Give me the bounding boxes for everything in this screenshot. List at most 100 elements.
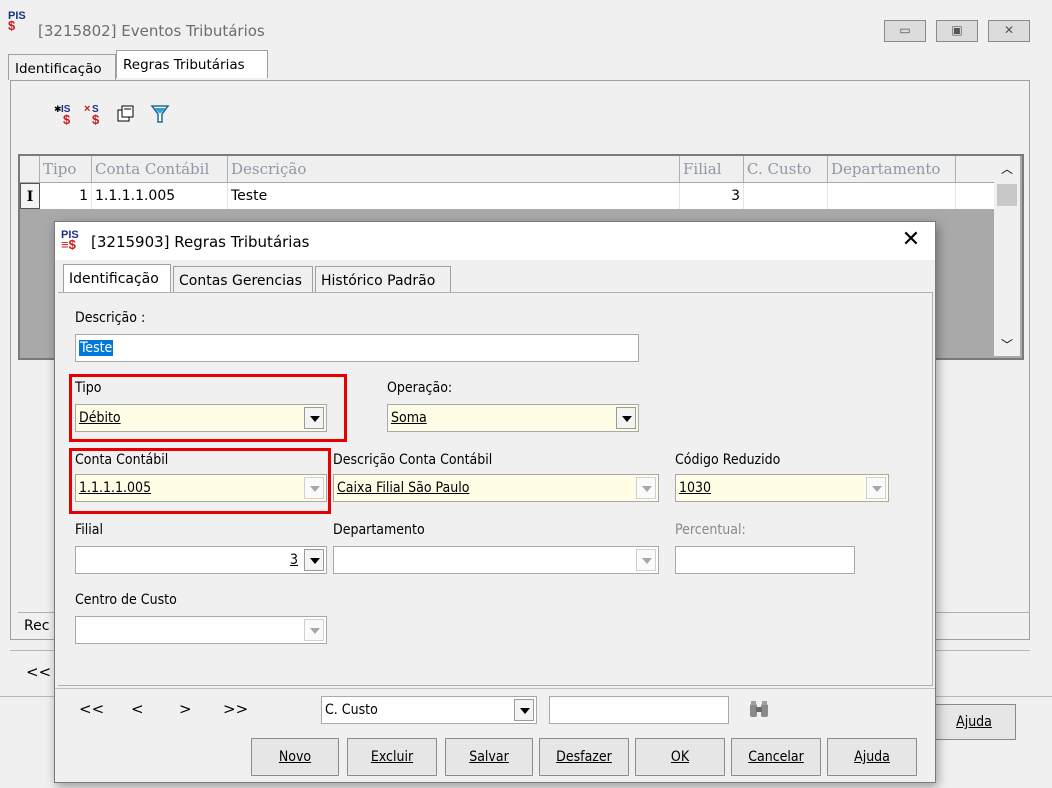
cell-conta: 1.1.1.1.005 — [92, 183, 228, 209]
col-tipo[interactable]: Tipo — [40, 156, 92, 182]
filial-select[interactable]: 3 — [75, 546, 327, 574]
dialog-tab-identificacao[interactable]: Identificação — [63, 264, 171, 294]
desc-conta-label: Descrição Conta Contábil — [333, 452, 493, 468]
search-field-select[interactable]: C. Custo — [321, 696, 537, 724]
restore-button[interactable]: ▣ — [936, 20, 978, 42]
dialog-tab-contas-gerencias[interactable]: Contas Gerencias — [173, 266, 313, 294]
nav-last[interactable]: >> — [223, 700, 248, 718]
chevron-down-icon[interactable] — [304, 619, 324, 641]
chevron-down-icon[interactable] — [514, 699, 534, 721]
row-marker: I — [20, 183, 40, 209]
ajuda-label: Ajuda — [854, 749, 890, 765]
descricao-label: Descrição : — [75, 310, 146, 326]
binoculars-icon[interactable] — [747, 699, 773, 721]
tab-regras-tributarias[interactable]: Regras Tributárias — [116, 50, 268, 78]
delete-rule-icon: × S $ — [84, 103, 100, 127]
chevron-down-icon[interactable] — [636, 477, 656, 499]
ajuda-button[interactable]: Ajuda — [827, 738, 917, 776]
new-rule-icon: ✱ IS $ — [54, 104, 71, 127]
operacao-label: Operação: — [387, 380, 453, 396]
toolbar-icons: ✱ IS $ × S $ — [54, 103, 170, 127]
cancelar-button[interactable]: Cancelar — [731, 738, 821, 776]
centro-label: Centro de Custo — [75, 592, 177, 608]
col-filial[interactable]: Filial — [680, 156, 744, 182]
dialog-close-icon[interactable]: ✕ — [895, 226, 927, 254]
chevron-down-icon[interactable] — [304, 407, 324, 429]
filter-icon — [150, 105, 170, 123]
codigo-select[interactable]: 1030 — [675, 474, 889, 502]
dialog-title-code: [3215903] — [91, 233, 170, 251]
minimize-button[interactable]: ▭ — [884, 20, 926, 42]
ok-button[interactable]: OK — [635, 738, 725, 776]
tipo-label: Tipo — [75, 380, 102, 396]
cell-departamento — [828, 183, 956, 209]
codigo-value: 1030 — [679, 480, 712, 496]
ok-label: OK — [670, 749, 690, 765]
operacao-value: Soma — [391, 410, 427, 426]
cell-filial: 3 — [680, 183, 744, 209]
back-toolbar: ✱ IS $ × S $ — [52, 100, 182, 127]
grid-header: Tipo Conta Contábil Descrição Filial C. … — [20, 156, 996, 182]
nav-prev[interactable]: < — [131, 700, 144, 718]
filial-value: 3 — [289, 552, 298, 568]
chevron-down-icon[interactable] — [304, 549, 324, 571]
tab-identificacao[interactable]: Identificação — [8, 54, 116, 80]
dialog-tab-historico-padrao[interactable]: Histórico Padrão — [315, 266, 451, 294]
cell-tipo: 1 — [40, 183, 92, 209]
percentual-label: Percentual: — [675, 522, 746, 538]
scroll-down-icon[interactable]: ﹀ — [994, 332, 1020, 358]
scroll-up-icon[interactable]: ︿ — [994, 156, 1020, 182]
scroll-thumb[interactable] — [997, 184, 1017, 206]
col-conta-contabil[interactable]: Conta Contábil — [92, 156, 228, 182]
cell-descricao: Teste — [228, 183, 680, 209]
dialog-title: [3215903] Regras Tributárias — [91, 233, 309, 251]
percentual-input[interactable] — [675, 546, 855, 574]
departamento-label: Departamento — [333, 522, 425, 538]
dialog-logo-icon: PIS ≡$ — [61, 229, 79, 252]
salvar-button[interactable]: Salvar — [445, 738, 533, 776]
search-input[interactable] — [549, 696, 729, 724]
excluir-label: Excluir — [370, 749, 414, 765]
excluir-button[interactable]: Excluir — [347, 738, 437, 776]
chevron-down-icon[interactable] — [616, 407, 636, 429]
chevron-down-icon[interactable] — [636, 549, 656, 571]
desfazer-button[interactable]: Desfazer — [539, 738, 629, 776]
close-button[interactable]: ✕ — [988, 20, 1030, 42]
chevron-down-icon[interactable] — [866, 477, 886, 499]
tipo-select[interactable]: Débito — [75, 404, 327, 432]
conta-select[interactable]: 1.1.1.1.005 — [75, 474, 327, 502]
table-row[interactable]: I 1 1.1.1.1.005 Teste 3 — [20, 183, 996, 209]
descricao-value: Teste — [79, 340, 114, 356]
operacao-select[interactable]: Soma — [387, 404, 639, 432]
novo-label: Novo — [278, 749, 312, 765]
filial-label: Filial — [75, 522, 103, 538]
desc-conta-select[interactable]: Caixa Filial São Paulo — [333, 474, 659, 502]
back-help-label: Ajuda — [956, 714, 992, 730]
grid-header-marker — [20, 156, 40, 182]
back-help-button[interactable]: Ajuda — [932, 704, 1016, 740]
tipo-value: Débito — [79, 410, 121, 426]
svg-text:$: $ — [63, 112, 71, 127]
back-nav-first[interactable]: << — [26, 663, 51, 681]
grid-scrollbar[interactable]: ︿ ﹀ — [994, 156, 1020, 356]
col-descricao[interactable]: Descrição — [228, 156, 680, 182]
novo-button[interactable]: Novo — [251, 738, 339, 776]
salvar-label: Salvar — [469, 749, 509, 765]
departamento-select[interactable] — [333, 546, 659, 574]
col-c-custo[interactable]: C. Custo — [744, 156, 828, 182]
descricao-input[interactable]: Teste — [75, 334, 639, 362]
copy-rule-icon — [117, 105, 134, 122]
dialog-title-text: Regras Tributárias — [174, 233, 310, 251]
chevron-down-icon[interactable] — [304, 477, 324, 499]
col-departamento[interactable]: Departamento — [828, 156, 956, 182]
record-label: Rec — [24, 618, 50, 634]
desfazer-label: Desfazer — [556, 749, 612, 765]
nav-next[interactable]: > — [179, 700, 192, 718]
centro-select[interactable] — [75, 616, 327, 644]
codigo-label: Código Reduzido — [675, 452, 781, 468]
svg-text:$: $ — [92, 112, 100, 127]
back-window-title: [3215802] Eventos Tributários — [38, 22, 265, 40]
back-title-text: Eventos Tributários — [121, 22, 265, 40]
search-field-value: C. Custo — [325, 702, 378, 718]
nav-first[interactable]: << — [79, 700, 104, 718]
